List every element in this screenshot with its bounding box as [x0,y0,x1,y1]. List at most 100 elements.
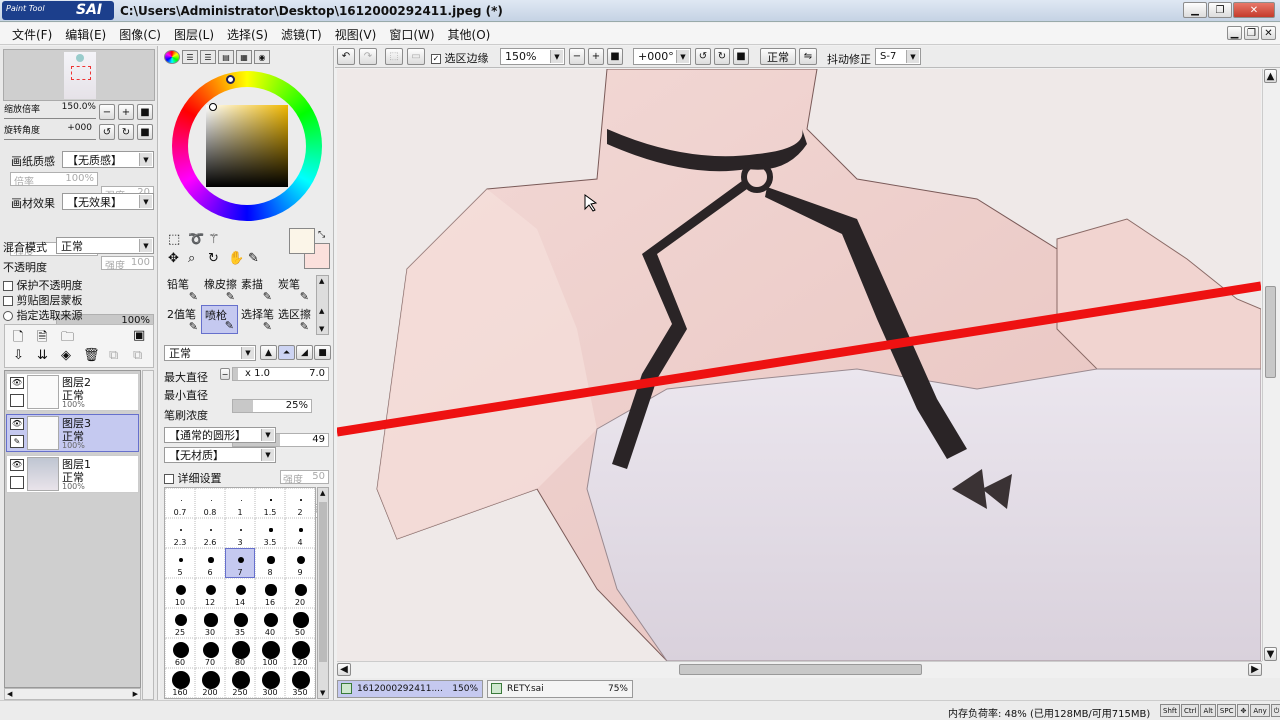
brush-size-cell[interactable]: 160 [165,668,195,698]
brush-size-cell[interactable]: 25 [165,608,195,638]
menu-item[interactable]: 其他(O) [442,26,498,43]
blend-mode-select[interactable]: 正常 ▼ [56,237,154,254]
zoom-slider[interactable] [4,116,96,119]
magic-wand-icon[interactable]: ⚚ [208,232,220,247]
minimize-button[interactable]: ▁ [1183,2,1207,18]
brush-size-cell[interactable]: 10 [165,578,195,608]
canvas-vscroll-thumb[interactable] [1265,286,1276,378]
move-icon[interactable]: ✥ [168,251,179,266]
lock-icon[interactable] [10,394,24,407]
new-linework-layer-icon[interactable]: 🗎 [37,328,47,350]
brush-size-cell[interactable]: 9 [285,548,315,578]
tool-button[interactable]: 选区擦 ✎ [275,305,312,334]
menu-item[interactable]: 图层(L) [168,26,221,43]
edge-medium-icon[interactable]: ⏶ [278,345,295,360]
zoom-reset-button[interactable]: ■ [137,104,153,120]
flip-horizontal-button[interactable]: ⇋ [799,48,817,65]
sv-marker[interactable] [209,103,217,111]
layer-row[interactable]: 👁 ✎ 图层3 正常 100% [6,414,139,452]
hue-ring[interactable] [172,71,322,221]
scroll-up-icon[interactable]: ▲ [320,489,325,497]
edge-hard-icon[interactable]: ▲ [260,345,277,360]
radio[interactable] [3,311,13,321]
scratchpad-tab-icon[interactable]: ◉ [254,50,270,64]
canvas-hscroll-thumb[interactable] [679,664,922,675]
brush-size-cell[interactable]: 2 [285,488,315,518]
tool-scrollbar[interactable]: ▲ ▲ ▼ [316,275,329,335]
min-size-slider[interactable]: 25% [232,399,312,413]
undo-button[interactable]: ↶ [337,48,355,65]
brush-size-cell[interactable]: 4 [285,518,315,548]
rotate-icon[interactable]: ↻ [208,251,219,266]
detail-settings-option[interactable]: 详细设置 [164,470,222,486]
brush-size-cell[interactable]: 300 [255,668,285,698]
saturation-value-square[interactable] [206,105,288,187]
brush-shape-select[interactable]: 【通常的圆形】 ▼ [164,427,276,443]
max-size-slider[interactable]: x 1.0 7.0 [232,367,329,381]
lasso-icon[interactable]: ➰ [188,232,204,247]
restore-button[interactable]: ❐ [1208,2,1232,18]
brush-size-cell[interactable]: 35 [225,608,255,638]
paper-scale-field[interactable]: 倍率 100% [10,172,98,188]
new-layer-icon[interactable]: 🗋 [13,328,23,350]
rotate-reset-button[interactable]: ■ [137,124,153,140]
brush-size-cell[interactable]: 80 [225,638,255,668]
scroll-right-icon[interactable]: ▶ [1248,663,1262,676]
transfer-down-icon[interactable]: ⇩ [13,348,24,363]
canvas-hscroll[interactable]: ◀ ▶ [337,661,1262,677]
effect-strength-field[interactable]: 强度 100 [101,256,154,272]
paper-texture-select[interactable]: 【无质感】 ▼ [62,151,154,168]
canvas-vscroll[interactable]: ▲ ▼ [1262,69,1278,661]
brush-size-cell[interactable]: 60 [165,638,195,668]
hue-marker[interactable] [226,75,235,84]
checkbox[interactable] [3,281,13,291]
tool-button[interactable]: 橡皮擦 ✎ [201,275,238,304]
scroll-up-icon[interactable]: ▲ [319,307,324,315]
eye-icon[interactable]: 👁 [10,459,24,471]
layer-list-scrollbar[interactable] [142,370,154,700]
canvas-zoom-in-button[interactable]: + [588,48,604,65]
canvas-zoom-out-button[interactable]: − [569,48,585,65]
scroll-left-icon[interactable]: ◀ [7,690,12,698]
brush-size-cell[interactable]: 7 [225,548,255,578]
select-source-option[interactable]: 指定选取来源 [3,307,83,323]
brush-icon[interactable]: ✎ [10,435,24,448]
brush-size-cell[interactable]: 3.5 [255,518,285,548]
scroll-down-icon[interactable]: ▼ [320,689,325,697]
rotate-right-button[interactable]: ↻ [118,124,134,140]
new-folder-icon[interactable]: 🗀 [61,328,74,350]
scroll-down-icon[interactable]: ▼ [319,325,324,333]
brush-size-cell[interactable]: 6 [195,548,225,578]
primary-color-swatch[interactable] [289,228,315,254]
checkbox[interactable] [164,474,174,484]
brush-size-cell[interactable]: 5 [165,548,195,578]
brush-size-cell[interactable]: 200 [195,668,225,698]
menu-item[interactable]: 窗口(W) [383,26,441,43]
eye-icon[interactable]: 👁 [10,377,24,389]
show-selection-option[interactable]: ✓ 选区边缘 [431,50,489,66]
doc-minimize-button[interactable]: ▁ [1227,26,1242,40]
layer-mask-icon[interactable]: ▣ [133,328,145,343]
hsv-slider-tab-icon[interactable]: ☰ [200,50,216,64]
canvas-rotate-right-button[interactable]: ↻ [714,48,730,65]
brush-texture-select[interactable]: 【无材质】 ▼ [164,447,276,463]
brush-size-cell[interactable]: 350 [285,668,315,698]
brush-size-cell[interactable]: 12 [195,578,225,608]
brush-size-cell[interactable]: 0.8 [195,488,225,518]
doc-close-button[interactable]: ✕ [1261,26,1276,40]
canvas-zoom-reset-button[interactable]: ■ [607,48,623,65]
zoom-icon[interactable]: ⌕ [188,251,195,266]
canvas-zoom-select[interactable]: 150% ▼ [500,48,565,65]
brush-blend-select[interactable]: 正常 ▼ [164,345,256,361]
size-mult-button[interactable]: − [220,368,230,380]
paper-effect-select[interactable]: 【无效果】 ▼ [62,193,154,210]
scroll-right-icon[interactable]: ▶ [133,690,138,698]
document-tab[interactable]: RETY.sai 75% [487,680,633,698]
scroll-up-icon[interactable]: ▲ [319,277,324,285]
tool-button[interactable]: 选择笔 ✎ [238,305,275,334]
checkbox[interactable] [3,296,13,306]
menu-item[interactable]: 滤镜(T) [275,26,329,43]
close-button[interactable]: ✕ [1233,2,1275,18]
eye-icon[interactable]: 👁 [10,418,24,430]
doc-restore-button[interactable]: ❐ [1244,26,1259,40]
